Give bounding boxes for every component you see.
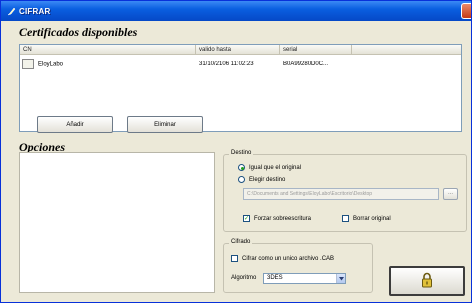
column-header-extra[interactable] <box>352 45 461 55</box>
title-bar[interactable]: CIFRAR <box>1 1 471 21</box>
column-header-valid-until[interactable]: valido hasta <box>196 45 280 55</box>
certificates-section-title: Certificados disponibles <box>19 25 138 39</box>
radio-same-as-original[interactable]: Igual que el original <box>238 164 301 171</box>
force-overwrite-label: Forzar sobreescritura <box>254 215 312 222</box>
pen-icon <box>7 7 16 16</box>
algorithm-label-text: Algoritmo <box>231 275 257 281</box>
lock-icon <box>421 272 433 290</box>
radio-choose-destination[interactable]: Elegir destino <box>238 176 285 183</box>
cifrado-label: Cifrado <box>229 239 253 245</box>
encrypt-button[interactable] <box>389 266 465 296</box>
cert-serial: B0A99280D0C... <box>283 60 329 67</box>
column-header-serial[interactable]: serial <box>280 45 352 55</box>
window-title: CIFRAR <box>19 6 51 16</box>
checkbox-single-cab[interactable]: Cifrar como un unico archivo .CAB <box>231 255 334 262</box>
radio-choose-destination-label: Elegir destino <box>249 176 286 183</box>
radio-indicator[interactable] <box>238 164 245 171</box>
radio-same-as-original-label: Igual que el original <box>249 164 302 171</box>
cifrar-window: CIFRAR Certificados disponibles CN valid… <box>0 0 472 303</box>
destino-label: Destino <box>229 150 254 156</box>
cert-cn: EloyLabo <box>38 61 64 68</box>
algorithm-select[interactable]: 3DES <box>263 273 346 284</box>
check-mark-icon[interactable]: ✓ <box>243 215 250 222</box>
checkbox-box[interactable] <box>231 255 238 262</box>
destination-path-field[interactable]: C:\Documents and Settings\EloyLabo\Escri… <box>243 188 439 200</box>
remove-button[interactable]: Eliminar <box>127 116 203 133</box>
delete-original-label: Borrar original <box>353 215 391 222</box>
cell-cn: EloyLabo <box>20 58 196 69</box>
browse-button[interactable]: ... <box>443 188 458 200</box>
checkbox-box[interactable] <box>342 215 349 222</box>
algorithm-value: 3DES <box>267 275 283 281</box>
options-panel <box>19 152 215 293</box>
close-button[interactable] <box>461 3 471 19</box>
certificate-icon <box>22 58 34 69</box>
table-row[interactable]: EloyLabo 31/10/2106 11:02:23 B0A99280D0C… <box>20 55 461 72</box>
column-header-cn[interactable]: CN <box>20 45 196 55</box>
checkbox-force-overwrite[interactable]: ✓ Forzar sobreescritura <box>243 215 311 222</box>
cifrado-groupbox: Cifrado <box>223 239 373 293</box>
add-button[interactable]: Añadir <box>37 116 113 133</box>
chevron-down-icon[interactable] <box>336 274 345 283</box>
cert-valid-until: 31/10/2106 11:02:23 <box>199 60 254 67</box>
single-cab-label: Cifrar como un unico archivo .CAB <box>242 255 335 262</box>
radio-indicator[interactable] <box>238 176 245 183</box>
certificates-list-header: CN valido hasta serial <box>20 45 461 55</box>
checkbox-delete-original[interactable]: Borrar original <box>342 215 391 222</box>
algorithm-label: Algoritmo <box>231 275 256 281</box>
